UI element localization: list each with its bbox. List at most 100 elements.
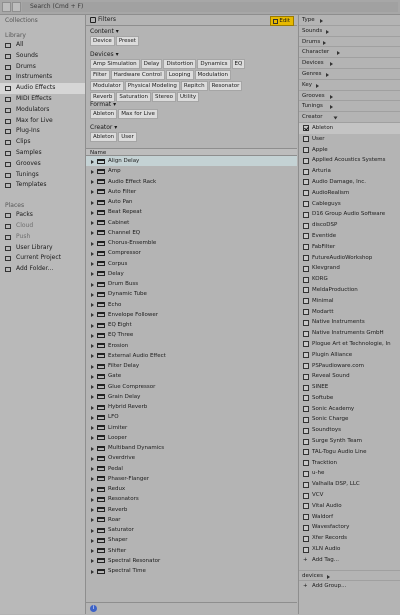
expand-arrow-icon[interactable] [91,262,94,266]
creator-tag-item[interactable]: Xfer Records [299,533,400,544]
filter-group-header[interactable]: Content ▾ [86,27,297,36]
creator-tag-item[interactable]: PSPaudioware.com [299,361,400,372]
list-item[interactable]: Compressor [86,248,297,258]
creator-tag-item[interactable]: VCV [299,490,400,501]
creator-tag-item[interactable]: Sonic Charge [299,414,400,425]
list-item[interactable]: Delay [86,269,297,279]
list-item[interactable]: Corpus [86,259,297,269]
checkbox[interactable] [303,298,309,305]
list-item[interactable]: Spectral Time [86,566,297,576]
tag-category-drums[interactable]: Drums [299,37,400,48]
creator-tag-item[interactable]: XLN Audio [299,544,400,555]
list-item[interactable]: Drum Buss [86,279,297,289]
list-item[interactable]: Grain Delay [86,392,297,402]
list-item[interactable]: Amp [86,166,297,176]
browser-toggle-button[interactable] [2,2,11,12]
sidebar-item-current-project[interactable]: Current Project [0,253,85,264]
expand-arrow-icon[interactable] [91,385,94,389]
list-item[interactable]: Reverb [86,505,297,515]
checkbox[interactable] [303,211,309,218]
expand-arrow-icon[interactable] [91,477,94,482]
expand-arrow-icon[interactable] [91,200,94,205]
filter-chip-physical-modeling[interactable]: Physical Modeling [124,81,180,91]
sidebar-item-audio-effects[interactable]: Audio Effects [0,83,85,94]
list-item[interactable]: Audio Effect Rack [86,177,297,187]
creator-tag-item[interactable]: Soundtoys [299,425,400,436]
checkbox[interactable] [303,341,309,348]
filter-chip-looping[interactable]: Looping [165,70,194,80]
creator-tag-item[interactable]: FabFilter [299,242,400,253]
filter-funnel-icon[interactable] [90,17,96,23]
filter-chip-hardware-control[interactable]: Hardware Control [110,70,165,80]
filter-chip-repitch[interactable]: Repitch [180,81,208,91]
checkbox[interactable] [303,460,309,467]
filter-chip-ableton[interactable]: Ableton [90,109,118,119]
filter-chip-dynamics[interactable]: Dynamics [197,59,231,69]
sidebar-item-push[interactable]: Push [0,232,85,243]
creator-tag-item[interactable]: Surge Synth Team [299,436,400,447]
list-item[interactable]: LFO [86,412,297,422]
creator-tag-item[interactable]: Arturia [299,166,400,177]
creator-tag-item[interactable]: Minimal [299,296,400,307]
checkbox[interactable] [303,222,309,229]
checkbox[interactable] [303,330,309,337]
tag-group-devices[interactable]: devices [299,569,400,581]
checkbox[interactable] [303,244,309,251]
expand-arrow-icon[interactable] [91,190,94,195]
list-item[interactable]: Erosion [86,341,297,351]
creator-tag-item[interactable]: Wavesfactory [299,522,400,533]
search-input[interactable]: Search (Cmd + F) [22,2,398,12]
add-group-button[interactable]: Add Group... [299,581,400,591]
list-item[interactable]: Auto Filter [86,187,297,197]
creator-tag-item[interactable]: Tracktion [299,458,400,469]
expand-arrow-icon[interactable] [91,364,94,369]
sidebar-item-templates[interactable]: Templates [0,180,85,191]
checkbox[interactable] [303,416,309,423]
checkbox[interactable] [303,481,309,488]
checkbox[interactable] [303,255,309,262]
creator-tag-item[interactable]: SINEE [299,382,400,393]
tag-category-tunings[interactable]: Tunings [299,101,400,113]
expand-arrow-icon[interactable] [91,292,94,297]
checkbox[interactable] [303,363,309,369]
list-item[interactable]: Glue Compressor [86,382,297,392]
expand-arrow-icon[interactable] [91,508,94,512]
expand-arrow-icon[interactable] [91,241,94,246]
checkbox[interactable] [303,514,309,521]
list-item[interactable]: Align Delay [86,156,297,167]
creator-tag-item[interactable]: Valhalla DSP, LLC [299,479,400,490]
list-item[interactable]: Resonators [86,494,297,504]
creator-tag-item[interactable]: TAL-Togu Audio Line [299,447,400,458]
filter-chip-max-for-live[interactable]: Max for Live [118,109,158,119]
creator-tag-item[interactable]: MeldaProduction [299,285,400,296]
list-item[interactable]: Redux [86,484,297,494]
expand-arrow-icon[interactable] [91,538,94,543]
list-item[interactable]: Gate [86,371,297,381]
checkbox[interactable] [303,265,309,272]
expand-arrow-icon[interactable] [91,518,94,523]
sidebar-item-all[interactable]: All [0,40,85,51]
creator-tag-item[interactable]: Audio Damage, Inc. [299,177,400,188]
filter-chip-eq[interactable]: EQ [231,59,246,69]
checkbox[interactable] [303,406,309,413]
expand-arrow-icon[interactable] [91,354,94,359]
checkbox[interactable] [303,179,309,186]
list-item[interactable]: Limiter [86,423,297,433]
expand-arrow-icon[interactable] [91,405,94,410]
expand-arrow-icon[interactable] [91,436,94,441]
list-item[interactable]: Spectral Resonator [86,556,297,566]
filter-chip-distortion[interactable]: Distortion [163,59,197,69]
sidebar-item-samples[interactable]: Samples [0,148,85,159]
expand-arrow-icon[interactable] [91,169,94,174]
tag-category-genres[interactable]: Genres [299,69,400,80]
checkbox[interactable] [303,438,309,445]
filter-chip-user[interactable]: User [118,132,137,142]
checkbox[interactable] [303,524,309,531]
list-item[interactable]: Dynamic Tube [86,289,297,299]
checkbox[interactable] [303,319,309,326]
checkbox[interactable] [303,136,309,143]
creator-tag-item[interactable]: D16 Group Audio Software [299,209,400,220]
creator-tag-item[interactable]: Ableton [299,122,400,134]
list-item[interactable]: Filter Delay [86,361,297,371]
expand-arrow-icon[interactable] [91,180,94,184]
